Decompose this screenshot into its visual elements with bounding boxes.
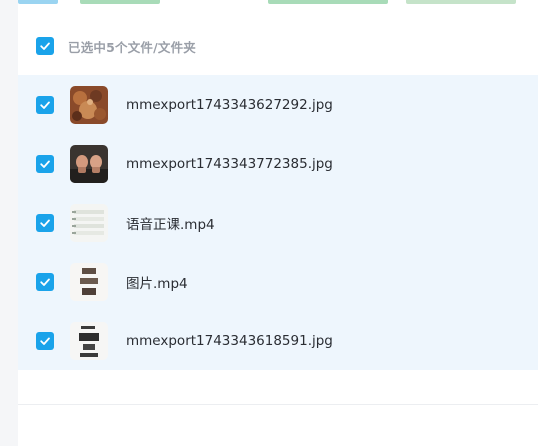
file-checkbox[interactable] bbox=[36, 95, 54, 114]
file-checkbox[interactable] bbox=[36, 213, 54, 232]
file-name[interactable]: 语音正课.mp4 bbox=[126, 213, 215, 233]
photo-thumbnail-icon[interactable] bbox=[70, 321, 108, 360]
file-name[interactable]: 图片.mp4 bbox=[126, 272, 188, 292]
file-checkbox[interactable] bbox=[36, 331, 54, 350]
check-icon bbox=[40, 278, 50, 286]
check-icon bbox=[40, 337, 50, 345]
check-icon bbox=[40, 219, 50, 227]
file-name[interactable]: mmexport1743343627292.jpg bbox=[126, 97, 333, 113]
file-list-panel: 已选中5个文件/文件夹 mmexport1743343627292.jpg mm… bbox=[18, 0, 538, 446]
file-list: mmexport1743343627292.jpg mmexport174334… bbox=[18, 75, 538, 370]
video-thumbnail-icon[interactable] bbox=[70, 203, 108, 242]
file-checkbox[interactable] bbox=[36, 154, 54, 173]
file-row[interactable]: mmexport1743343772385.jpg bbox=[18, 134, 538, 193]
toolbar-cutoff bbox=[18, 0, 538, 12]
file-row[interactable]: mmexport1743343618591.jpg bbox=[18, 311, 538, 370]
file-row[interactable]: mmexport1743343627292.jpg bbox=[18, 75, 538, 134]
photo-thumbnail-icon[interactable] bbox=[70, 85, 108, 124]
video-thumbnail-icon[interactable] bbox=[70, 262, 108, 301]
check-icon bbox=[40, 101, 50, 109]
selection-header: 已选中5个文件/文件夹 bbox=[18, 24, 538, 68]
selection-count-label: 已选中5个文件/文件夹 bbox=[68, 39, 196, 55]
select-all-checkbox[interactable] bbox=[36, 37, 54, 55]
check-icon bbox=[40, 42, 50, 50]
left-sidebar-edge bbox=[0, 0, 18, 446]
file-name[interactable]: mmexport1743343618591.jpg bbox=[126, 333, 333, 349]
file-row[interactable]: 图片.mp4 bbox=[18, 252, 538, 311]
photo-thumbnail-icon[interactable] bbox=[70, 144, 108, 183]
file-row[interactable]: 语音正课.mp4 bbox=[18, 193, 538, 252]
divider bbox=[18, 404, 538, 405]
check-icon bbox=[40, 160, 50, 168]
file-name[interactable]: mmexport1743343772385.jpg bbox=[126, 156, 333, 172]
file-checkbox[interactable] bbox=[36, 272, 54, 291]
